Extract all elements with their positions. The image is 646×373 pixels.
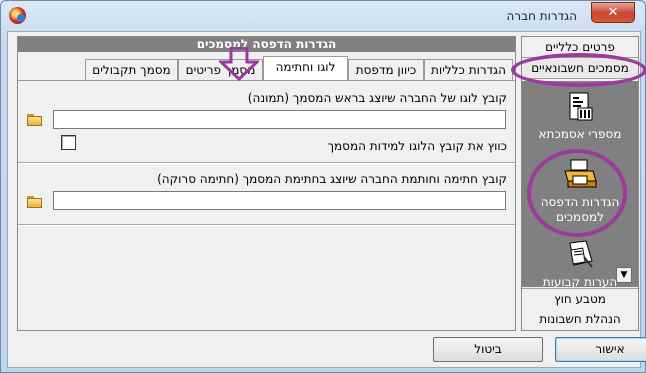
logo-file-input[interactable] [53, 110, 506, 129]
annotation-highlight-ring [527, 149, 627, 237]
window-title: הגדרות חברה [506, 9, 577, 23]
nav-scroll-down-button[interactable]: ▼ [616, 267, 632, 283]
dialog-client-area: פרטים כלליים מסמכים חשבונאיים מספרי אסמכ… [7, 31, 646, 368]
document-numbers-icon [564, 91, 596, 123]
tab-logo-signature[interactable]: לוגו וחתימה [263, 56, 348, 80]
section-title: הגדרות הדפסה למסמכים [18, 37, 515, 52]
section-divider [18, 224, 515, 226]
logo-signature-tab-content: קובץ לוגו של החברה שיוצג בראש המסמך (תמו… [18, 80, 515, 331]
cancel-button[interactable]: ביטול [433, 337, 543, 362]
ok-button[interactable]: אישור [555, 337, 646, 362]
open-folder-icon[interactable] [27, 196, 43, 208]
tab-strip: הגדרות כלליות כיוון מדפסת לוגו וחתימה מס… [18, 56, 515, 80]
title-bar[interactable]: הגדרות חברה ✕ [1, 1, 645, 31]
close-button[interactable]: ✕ [591, 2, 635, 23]
nav-item-foreign-currency[interactable]: מטבע חוץ [522, 288, 638, 310]
app-logo-icon [9, 7, 26, 24]
settings-window: הגדרות חברה ✕ פרטים כלליים מסמכים חשבונא… [0, 0, 646, 373]
section-divider [18, 162, 515, 164]
nav-tile-reference-numbers[interactable]: מספרי אסמכתא [522, 91, 638, 141]
open-folder-icon[interactable] [27, 114, 43, 126]
fit-logo-label: כווץ את קובץ הלוגו למידות המסמך [327, 139, 507, 153]
nav-tile-label: מספרי אסמכתא [538, 127, 622, 141]
signature-file-label: קובץ חתימה וחותמת החברה שיוצג בחתימת המס… [157, 172, 507, 186]
tab-printer-orientation[interactable]: כיוון מדפסת [348, 59, 424, 80]
signature-file-input[interactable] [53, 191, 506, 210]
print-settings-panel: הגדרות הדפסה למסמכים הגדרות כלליות כיוון… [17, 36, 516, 331]
nav-item-bookkeeping[interactable]: הנהלת חשבונות [522, 309, 638, 329]
annotation-highlight-ring [511, 53, 646, 87]
annotation-arrow-icon [219, 47, 259, 81]
logo-file-label: קובץ לוגו של החברה שיוצג בראש המסמך (תמו… [247, 91, 507, 105]
notes-icon [564, 239, 596, 271]
tab-general-settings[interactable]: הגדרות כלליות [424, 59, 513, 80]
fit-logo-checkbox[interactable] [61, 135, 76, 150]
tab-receipts-document[interactable]: מסמך תקבולים [85, 59, 178, 80]
